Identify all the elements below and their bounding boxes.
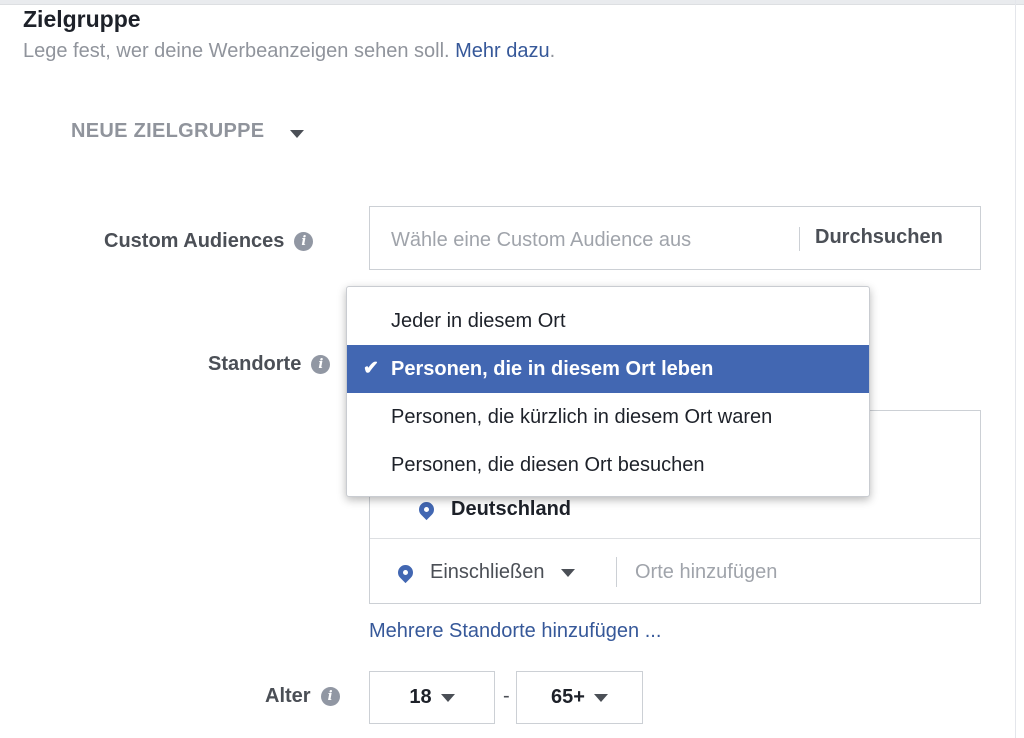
custom-audience-field[interactable]: Wähle eine Custom Audience aus Durchsuch… <box>369 206 981 270</box>
age-separator: - <box>503 685 510 707</box>
custom-audiences-label: Custom Audiences i <box>104 230 314 253</box>
age-label-text: Alter <box>265 685 311 707</box>
menu-item-recently-there[interactable]: Personen, die kürzlich in diesem Ort war… <box>347 393 869 441</box>
map-pin-icon <box>415 498 438 521</box>
locations-label: Standorte i <box>208 353 331 376</box>
age-label: Alter i <box>265 685 340 708</box>
menu-item-traveling[interactable]: Personen, die diesen Ort besuchen <box>347 441 869 489</box>
subtitle-period: . <box>549 40 556 62</box>
include-dropdown[interactable]: Einschließen <box>394 561 575 584</box>
location-entry: Deutschland <box>415 498 572 521</box>
location-type-menu: Jeder in diesem Ort ✔ Personen, die in d… <box>346 286 870 497</box>
location-name: Deutschland <box>451 498 572 520</box>
caret-down-icon <box>560 568 575 577</box>
age-min-select[interactable]: 18 <box>369 671 495 724</box>
menu-item-label: Personen, die in diesem Ort leben <box>391 357 714 380</box>
divider <box>370 538 980 539</box>
field-separator <box>799 227 800 251</box>
age-min-value: 18 <box>409 686 432 708</box>
learn-more-link[interactable]: Mehr dazu <box>455 40 550 62</box>
custom-audiences-label-text: Custom Audiences <box>104 230 285 252</box>
caret-down-icon <box>440 693 455 702</box>
add-multiple-locations-link[interactable]: Mehrere Standorte hinzufügen ... <box>369 620 661 643</box>
custom-audience-placeholder: Wähle eine Custom Audience aus <box>391 229 692 251</box>
audience-type-label: NEUE ZIELGRUPPE <box>71 120 265 142</box>
subtitle-text: Lege fest, wer deine Werbeanzeigen sehen… <box>23 40 450 62</box>
caret-down-icon <box>290 129 305 138</box>
map-pin-icon <box>394 561 417 584</box>
right-border <box>1015 0 1016 738</box>
menu-item-label: Personen, die diesen Ort besuchen <box>391 453 705 476</box>
add-location-input[interactable] <box>635 561 955 584</box>
info-icon[interactable]: i <box>294 232 314 251</box>
menu-item-everyone[interactable]: Jeder in diesem Ort <box>347 297 869 345</box>
top-border <box>0 0 1024 5</box>
include-label: Einschließen <box>430 561 545 583</box>
age-max-select[interactable]: 65+ <box>516 671 643 724</box>
checkmark-icon: ✔ <box>363 358 379 379</box>
info-icon[interactable]: i <box>320 687 340 706</box>
menu-item-people-living[interactable]: ✔ Personen, die in diesem Ort leben <box>347 345 869 393</box>
menu-item-label: Jeder in diesem Ort <box>391 309 566 332</box>
menu-item-label: Personen, die kürzlich in diesem Ort war… <box>391 405 773 428</box>
locations-label-text: Standorte <box>208 353 302 375</box>
browse-button[interactable]: Durchsuchen <box>815 226 943 249</box>
info-icon[interactable]: i <box>311 355 331 374</box>
section-title: Zielgruppe <box>23 6 141 32</box>
field-separator <box>616 557 617 587</box>
age-max-value: 65+ <box>551 686 585 708</box>
caret-down-icon <box>593 693 608 702</box>
audience-type-dropdown[interactable]: NEUE ZIELGRUPPE <box>71 120 305 143</box>
section-subtitle: Lege fest, wer deine Werbeanzeigen sehen… <box>23 40 555 63</box>
